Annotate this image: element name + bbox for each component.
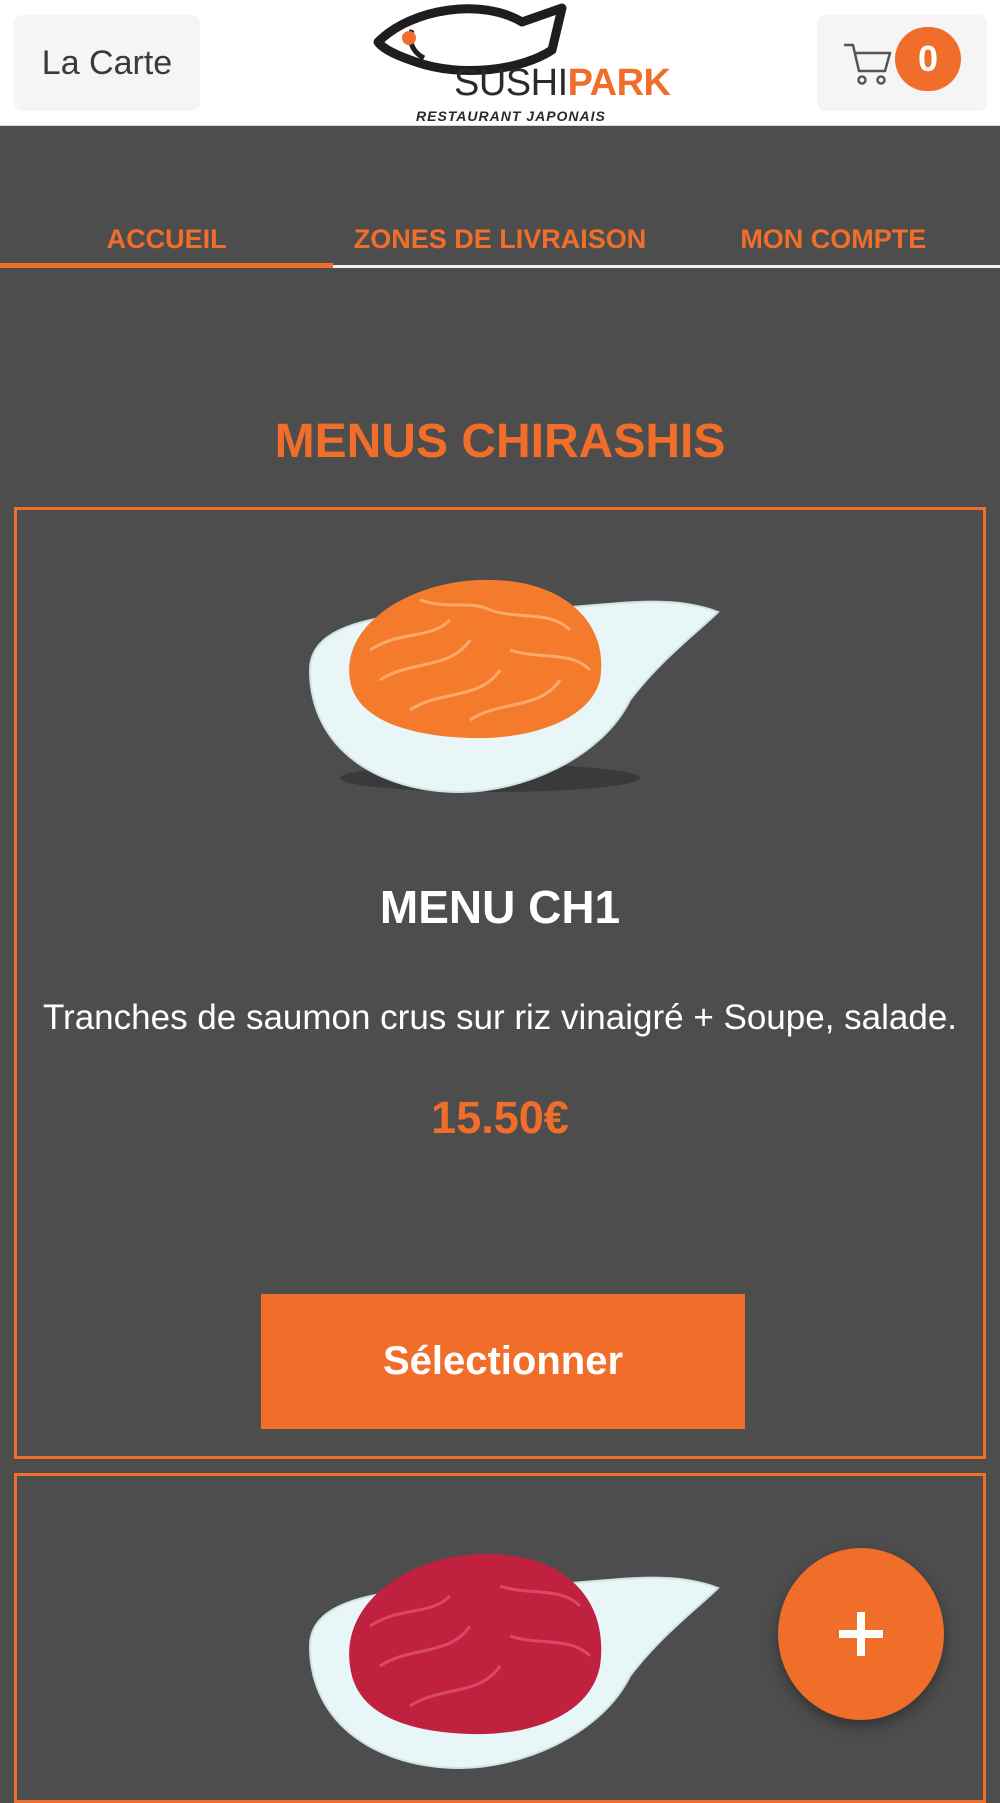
logo-wordmark: SUSHI PARK [454, 64, 671, 102]
salmon-chirashi-image [308, 579, 720, 794]
logo-word-sushi: SUSHI [454, 62, 568, 104]
tab-zones-de-livraison[interactable]: ZONES DE LIVRAISON [333, 214, 666, 265]
cart-count-badge: 0 [895, 27, 961, 91]
la-carte-button[interactable]: La Carte [14, 15, 200, 111]
item-name: MENU CH1 [379, 881, 621, 933]
item-description: Tranches de saumon crus sur riz vinaigré… [42, 998, 958, 1037]
tuna-chirashi-image [308, 1553, 720, 1770]
add-fab-button[interactable] [778, 1548, 944, 1720]
select-button[interactable]: Sélectionner [261, 1294, 745, 1429]
cart-button[interactable]: 0 [817, 15, 987, 111]
logo-subtitle: RESTAURANT JAPONAIS [416, 108, 606, 124]
sushipark-logo: SUSHI PARK RESTAURANT JAPONAIS [372, 0, 671, 126]
logo-word-park: PARK [567, 62, 671, 104]
tab-mon-compte[interactable]: MON COMPTE [667, 214, 1000, 265]
menu-item-card: MENU CH1 Tranches de saumon crus sur riz… [14, 507, 986, 1459]
tab-accueil[interactable]: ACCUEIL [0, 214, 334, 268]
app-header: La Carte SUSHI PARK RESTAURANT JAPONAIS 0 [0, 0, 1000, 126]
item-price: 15.50€ [431, 1092, 569, 1143]
plus-icon [839, 1612, 883, 1656]
shopping-cart-icon [843, 43, 892, 85]
main-tabs: ACCUEIL ZONES DE LIVRAISON MON COMPTE [0, 214, 1000, 268]
section-title: MENUS CHIRASHIS [274, 415, 726, 468]
